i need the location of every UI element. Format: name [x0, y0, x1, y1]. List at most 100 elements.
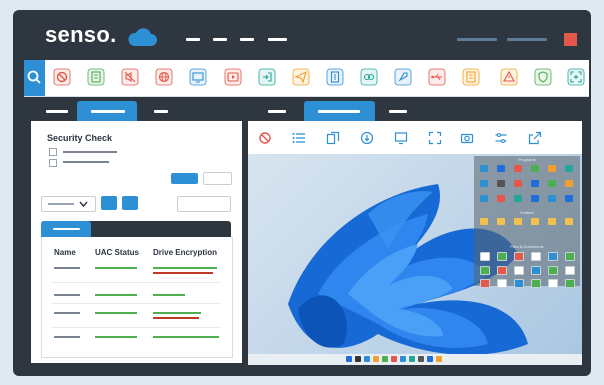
folder-icon[interactable]: [531, 218, 539, 225]
file-icon[interactable]: [531, 252, 541, 261]
action-button[interactable]: [101, 196, 117, 210]
screen-share-icon[interactable]: [189, 68, 207, 86]
tab-inactive[interactable]: [268, 110, 286, 113]
list-icon[interactable]: [292, 131, 306, 145]
taskbar-app-icon[interactable]: [391, 356, 397, 362]
secondary-button[interactable]: [203, 172, 232, 185]
program-icon[interactable]: [497, 165, 505, 172]
header-link[interactable]: [457, 38, 497, 41]
copy-icon[interactable]: [326, 131, 340, 145]
folder-icon[interactable]: [497, 218, 505, 225]
nav-item[interactable]: [213, 38, 227, 41]
taskbar-app-icon[interactable]: [400, 356, 406, 362]
filter-dropdown[interactable]: [41, 196, 96, 212]
shield-icon[interactable]: [534, 68, 552, 86]
program-icon[interactable]: [514, 180, 522, 187]
nav-item[interactable]: [240, 38, 254, 41]
file-icon[interactable]: [531, 266, 541, 275]
file-icon[interactable]: [480, 279, 490, 288]
file-icon[interactable]: [565, 279, 575, 288]
block-icon[interactable]: [53, 68, 71, 86]
checkbox[interactable]: [49, 148, 57, 156]
checkbox[interactable]: [49, 159, 57, 167]
camera-icon[interactable]: [460, 131, 474, 145]
login-icon[interactable]: [258, 68, 276, 86]
file-icon[interactable]: [514, 279, 524, 288]
program-icon[interactable]: [480, 165, 488, 172]
file-icon[interactable]: [531, 279, 541, 288]
taskbar-app-icon[interactable]: [346, 356, 352, 362]
screenshot-icon[interactable]: [567, 68, 585, 86]
settings-sliders-icon[interactable]: [494, 131, 508, 145]
header-link[interactable]: [507, 38, 547, 41]
program-icon[interactable]: [497, 180, 505, 187]
taskbar-app-icon[interactable]: [409, 356, 415, 362]
file-icon[interactable]: [497, 279, 507, 288]
download-icon[interactable]: [360, 131, 374, 145]
mute-icon[interactable]: [121, 68, 139, 86]
program-icon[interactable]: [548, 165, 556, 172]
program-icon[interactable]: [548, 195, 556, 202]
rocket-icon[interactable]: [394, 68, 412, 86]
usb-file-icon[interactable]: [326, 68, 344, 86]
video-icon[interactable]: [224, 68, 242, 86]
action-button[interactable]: [122, 196, 138, 210]
share-icon[interactable]: [528, 131, 542, 145]
program-icon[interactable]: [480, 180, 488, 187]
file-icon[interactable]: [480, 266, 490, 275]
close-button[interactable]: [564, 33, 577, 46]
program-icon[interactable]: [548, 180, 556, 187]
file-icon[interactable]: [548, 252, 558, 261]
folder-icon[interactable]: [548, 218, 556, 225]
file-icon[interactable]: [480, 252, 490, 261]
folder-icon[interactable]: [565, 218, 573, 225]
checkbox-label: [63, 161, 109, 163]
file-icon[interactable]: [497, 266, 507, 275]
checklist-icon[interactable]: [87, 68, 105, 86]
file-icon[interactable]: [548, 266, 558, 275]
send-icon[interactable]: [292, 68, 310, 86]
program-icon[interactable]: [565, 195, 573, 202]
monitor-icon[interactable]: [394, 131, 408, 145]
fullscreen-icon[interactable]: [428, 131, 442, 145]
taskbar-app-icon[interactable]: [373, 356, 379, 362]
search-button[interactable]: [24, 60, 45, 96]
taskbar-app-icon[interactable]: [427, 356, 433, 362]
program-icon[interactable]: [514, 165, 522, 172]
file-icon[interactable]: [497, 252, 507, 261]
notes-icon[interactable]: [462, 68, 480, 86]
primary-button[interactable]: [171, 173, 198, 184]
tab-inactive[interactable]: [389, 110, 407, 113]
program-icon[interactable]: [565, 165, 573, 172]
program-icon[interactable]: [565, 180, 573, 187]
program-icon[interactable]: [531, 165, 539, 172]
program-icon[interactable]: [480, 195, 488, 202]
program-icon[interactable]: [531, 195, 539, 202]
file-icon[interactable]: [565, 252, 575, 261]
tab-inactive[interactable]: [154, 110, 168, 113]
tab-inactive[interactable]: [46, 110, 68, 113]
usb-icon[interactable]: [428, 68, 446, 86]
taskbar-app-icon[interactable]: [382, 356, 388, 362]
cell-name: [54, 336, 80, 338]
search-input[interactable]: [177, 196, 231, 212]
warning-icon[interactable]: [500, 68, 518, 86]
taskbar-app-icon[interactable]: [364, 356, 370, 362]
nav-item[interactable]: [186, 38, 200, 41]
link-icon[interactable]: [360, 68, 378, 86]
taskbar-app-icon[interactable]: [436, 356, 442, 362]
program-icon[interactable]: [531, 180, 539, 187]
globe-icon[interactable]: [155, 68, 173, 86]
folder-icon[interactable]: [480, 218, 488, 225]
nav-item[interactable]: [268, 38, 287, 41]
taskbar-app-icon[interactable]: [355, 356, 361, 362]
file-icon[interactable]: [514, 252, 524, 261]
program-icon[interactable]: [497, 195, 505, 202]
file-icon[interactable]: [548, 279, 558, 288]
file-icon[interactable]: [514, 266, 524, 275]
folder-icon[interactable]: [514, 218, 522, 225]
block-icon[interactable]: [258, 131, 272, 145]
program-icon[interactable]: [514, 195, 522, 202]
taskbar-app-icon[interactable]: [418, 356, 424, 362]
file-icon[interactable]: [565, 266, 575, 275]
